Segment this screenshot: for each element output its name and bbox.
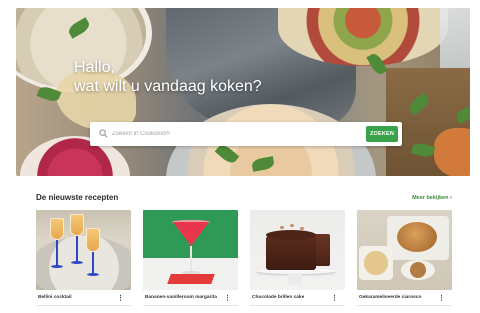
recipe-card[interactable]: Gekarameliseerde ciarosco ⋮ xyxy=(357,210,452,310)
recipe-title[interactable]: Chocolade brillen cake xyxy=(252,295,332,301)
search-icon xyxy=(99,129,108,138)
recipe-image[interactable] xyxy=(36,210,131,290)
chevron-right-icon: › xyxy=(450,195,452,201)
search-input[interactable] xyxy=(112,122,322,146)
recipe-card-list: Bellini cocktail ⋮ Bananen-vanilleroom m… xyxy=(36,210,452,310)
recipe-image[interactable] xyxy=(357,210,452,290)
recipe-image[interactable] xyxy=(250,210,345,290)
greeting-text: Hallo, xyxy=(74,59,115,76)
more-options-icon[interactable]: ⋮ xyxy=(117,294,124,304)
vegetable-decoration xyxy=(434,128,470,176)
more-options-icon[interactable]: ⋮ xyxy=(438,294,445,304)
search-bar: ZOEKEN xyxy=(90,122,402,146)
hero-banner: Hallo, wat wilt u vandaag koken? ZOEKEN xyxy=(16,8,470,176)
more-options-icon[interactable]: ⋮ xyxy=(331,294,338,304)
card-divider xyxy=(143,305,238,306)
recipe-image[interactable] xyxy=(143,210,238,290)
recipe-card[interactable]: Chocolade brillen cake ⋮ xyxy=(250,210,345,310)
view-more-link[interactable]: Meer bekijken › xyxy=(412,195,452,201)
card-divider xyxy=(36,305,131,306)
search-button[interactable]: ZOEKEN xyxy=(366,126,398,142)
view-more-label: Meer bekijken xyxy=(412,195,449,201)
recipe-card[interactable]: Bananen-vanilleroom margarita ⋮ xyxy=(143,210,238,310)
question-text: wat wilt u vandaag koken? xyxy=(74,78,262,95)
recipe-title[interactable]: Bananen-vanilleroom margarita xyxy=(145,295,225,301)
page-title: Hallo, wat wilt u vandaag koken? xyxy=(74,58,262,96)
card-divider xyxy=(250,305,345,306)
card-divider xyxy=(357,305,452,306)
section-heading: De nieuwste recepten xyxy=(36,193,119,202)
recipe-card[interactable]: Bellini cocktail ⋮ xyxy=(36,210,131,310)
recipe-title[interactable]: Gekarameliseerde ciarosco xyxy=(359,295,439,301)
more-options-icon[interactable]: ⋮ xyxy=(224,294,231,304)
recipe-title[interactable]: Bellini cocktail xyxy=(38,295,118,301)
glass-decoration xyxy=(440,8,470,74)
